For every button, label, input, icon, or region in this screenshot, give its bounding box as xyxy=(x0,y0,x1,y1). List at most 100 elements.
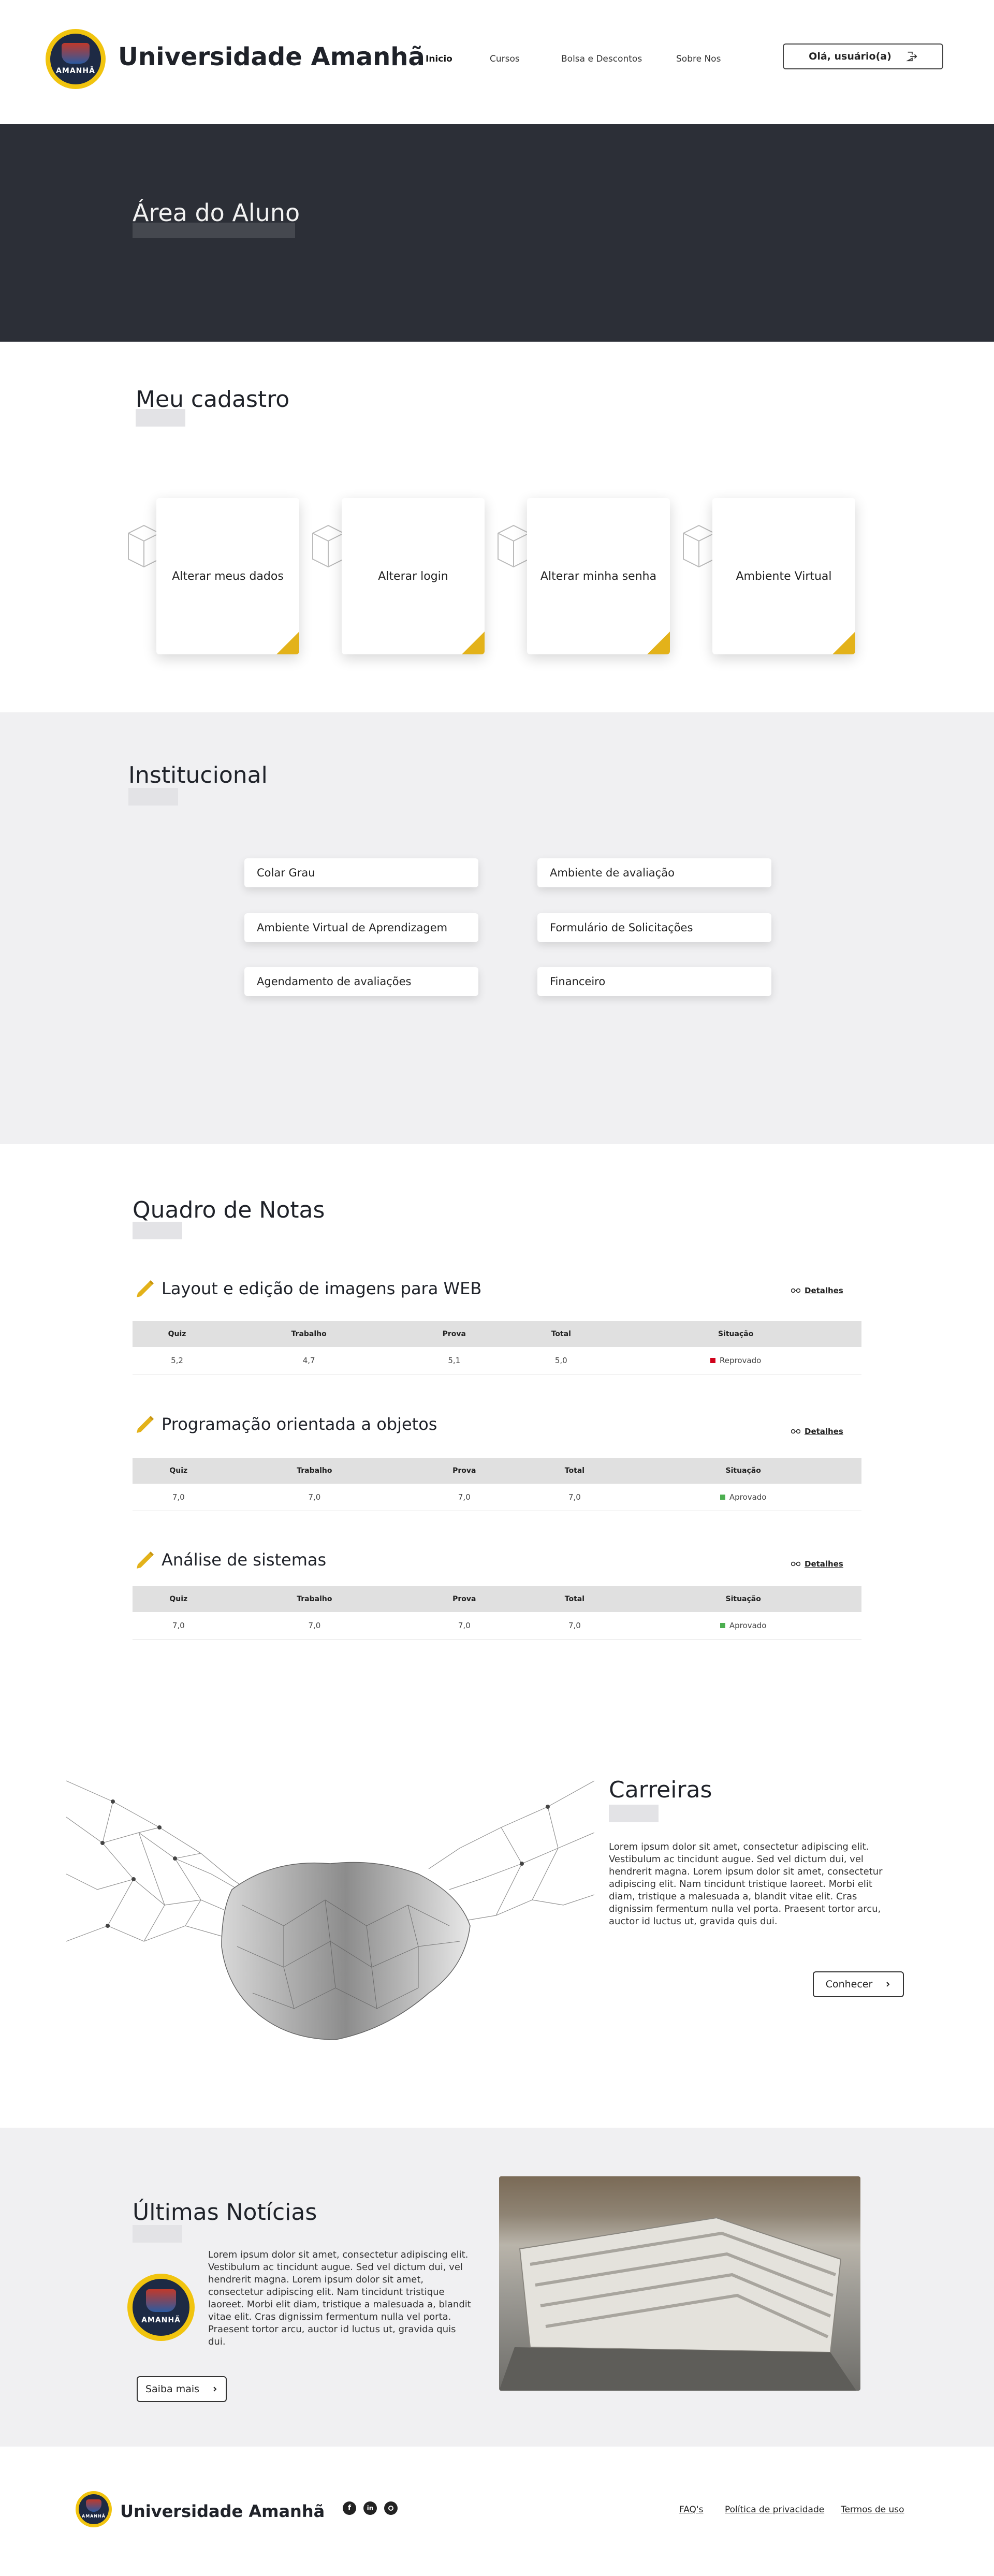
conhecer-button[interactable]: Conhecer xyxy=(813,1971,904,1997)
discipline-name: Análise de sistemas xyxy=(162,1550,327,1570)
newspaper-photo xyxy=(499,2176,860,2391)
chevron-right-icon xyxy=(213,2387,217,2392)
github-icon[interactable] xyxy=(384,2501,398,2515)
institucional-title-underlay xyxy=(128,788,178,806)
logo-word: AMANHÃ xyxy=(82,2514,106,2519)
cube-icon xyxy=(312,524,344,568)
linkedin-icon[interactable]: in xyxy=(363,2501,377,2515)
cell-prova: 7,0 xyxy=(404,1484,524,1511)
col-situacao: Situação xyxy=(625,1458,861,1484)
footer-link-faq[interactable]: FAQ's xyxy=(679,2505,703,2515)
status-indicator xyxy=(710,1358,716,1364)
cell-quiz: 5,2 xyxy=(133,1347,222,1374)
noticias-text: Lorem ipsum dolor sit amet, consectetur … xyxy=(208,2249,471,2347)
carreiras-text: Lorem ipsum dolor sit amet, consectetur … xyxy=(609,1841,883,1927)
col-total: Total xyxy=(524,1458,625,1484)
link-ambiente-virtual-aprendizagem[interactable]: Ambiente Virtual de Aprendizagem xyxy=(244,913,478,942)
table-row: 7,0 7,0 7,0 7,0 Aprovado xyxy=(133,1612,861,1640)
cell-total: 7,0 xyxy=(524,1484,625,1511)
nav-bolsa-descontos[interactable]: Bolsa e Descontos xyxy=(561,54,642,64)
cell-total: 7,0 xyxy=(524,1612,625,1640)
notas-title-underlay xyxy=(133,1222,182,1239)
cell-trabalho: 7,0 xyxy=(224,1484,405,1511)
col-trabalho: Trabalho xyxy=(222,1321,397,1347)
footer-link-privacidade[interactable]: Política de privacidade xyxy=(725,2505,824,2515)
col-total: Total xyxy=(524,1586,625,1612)
footer-brand[interactable]: Universidade Amanhã xyxy=(120,2501,325,2521)
institucional-title: Institucional xyxy=(128,762,268,788)
cube-icon xyxy=(498,524,529,568)
nav-cursos[interactable]: Cursos xyxy=(490,54,520,64)
glasses-icon xyxy=(791,1429,800,1434)
status-text: Reprovado xyxy=(720,1355,762,1365)
conhecer-label: Conhecer xyxy=(825,1979,873,1990)
cell-situacao: Aprovado xyxy=(625,1612,861,1640)
noticias-title-underlay xyxy=(133,2225,182,2243)
footer-logo[interactable]: AMANHÃ xyxy=(76,2491,112,2527)
link-colar-grau[interactable]: Colar Grau xyxy=(244,858,478,887)
card-label: Alterar minha senha xyxy=(540,569,657,583)
cell-total: 5,0 xyxy=(512,1347,610,1374)
table-row: 5,2 4,7 5,1 5,0 Reprovado xyxy=(133,1347,861,1374)
pencil-icon xyxy=(137,1280,154,1297)
user-greeting: Olá, usuário(a) xyxy=(809,51,891,62)
saiba-mais-button[interactable]: Saiba mais xyxy=(137,2376,227,2402)
details-label: Detalhes xyxy=(805,1427,843,1436)
link-agendamento-avaliacoes[interactable]: Agendamento de avaliações xyxy=(244,967,478,996)
card-alterar-login[interactable]: Alterar login xyxy=(342,498,485,654)
link-ambiente-avaliacao[interactable]: Ambiente de avaliação xyxy=(537,858,771,887)
page-title: Área do Aluno xyxy=(133,199,300,227)
col-prova: Prova xyxy=(396,1321,513,1347)
noticias-title: Últimas Notícias xyxy=(133,2199,317,2226)
col-trabalho: Trabalho xyxy=(224,1458,405,1484)
cell-prova: 5,1 xyxy=(396,1347,513,1374)
status-text: Aprovado xyxy=(729,1492,767,1502)
footer-link-termos[interactable]: Termos de uso xyxy=(841,2505,904,2515)
col-quiz: Quiz xyxy=(133,1321,222,1347)
cell-trabalho: 4,7 xyxy=(222,1347,397,1374)
logo-word: AMANHÃ xyxy=(141,2316,181,2324)
details-link[interactable]: Detalhes xyxy=(791,1286,843,1295)
glasses-icon xyxy=(791,1288,800,1293)
nav-inicio[interactable]: Inicio xyxy=(426,54,452,64)
cell-situacao: Reprovado xyxy=(610,1347,861,1374)
university-logo[interactable]: AMANHÃ xyxy=(46,29,106,89)
saiba-mais-label: Saiba mais xyxy=(145,2383,200,2395)
card-alterar-dados[interactable]: Alterar meus dados xyxy=(156,498,299,654)
glasses-icon xyxy=(791,1561,800,1567)
user-account-button[interactable]: Olá, usuário(a) xyxy=(783,43,943,69)
handshake-illustration xyxy=(66,1780,594,2040)
link-formulario-solicitacoes[interactable]: Formulário de Solicitações xyxy=(537,913,771,942)
carreiras-title-underlay xyxy=(609,1805,659,1822)
facebook-icon[interactable]: f xyxy=(343,2501,356,2515)
news-logo: AMANHÃ xyxy=(127,2274,195,2341)
nav-sobre-nos[interactable]: Sobre Nos xyxy=(676,54,721,64)
col-situacao: Situação xyxy=(625,1586,861,1612)
details-link[interactable]: Detalhes xyxy=(791,1427,843,1436)
col-prova: Prova xyxy=(404,1458,524,1484)
pencil-icon xyxy=(137,1552,154,1569)
details-label: Detalhes xyxy=(805,1286,843,1295)
cell-quiz: 7,0 xyxy=(133,1612,225,1640)
status-indicator xyxy=(720,1495,725,1500)
logo-word: AMANHÃ xyxy=(56,67,95,75)
chevron-right-icon xyxy=(886,1982,890,1987)
site-header: AMANHÃ Universidade Amanhã Inicio Cursos… xyxy=(0,0,994,124)
hero-banner: Área do Aluno xyxy=(0,124,994,342)
col-quiz: Quiz xyxy=(133,1458,225,1484)
brand-name[interactable]: Universidade Amanhã xyxy=(118,42,425,71)
details-label: Detalhes xyxy=(805,1559,843,1569)
link-financeiro[interactable]: Financeiro xyxy=(537,967,771,996)
table-row: 7,0 7,0 7,0 7,0 Aprovado xyxy=(133,1484,861,1511)
discipline-name: Layout e edição de imagens para WEB xyxy=(162,1279,482,1298)
col-situacao: Situação xyxy=(610,1321,861,1347)
carreiras-title: Carreiras xyxy=(609,1777,712,1803)
col-prova: Prova xyxy=(404,1586,524,1612)
grade-table: Quiz Trabalho Prova Total Situação 5,2 4… xyxy=(133,1321,861,1374)
card-alterar-senha[interactable]: Alterar minha senha xyxy=(527,498,670,654)
card-ambiente-virtual[interactable]: Ambiente Virtual xyxy=(712,498,855,654)
details-link[interactable]: Detalhes xyxy=(791,1559,843,1569)
cube-icon xyxy=(683,524,714,568)
cube-icon xyxy=(128,524,159,568)
status-indicator xyxy=(720,1623,725,1629)
